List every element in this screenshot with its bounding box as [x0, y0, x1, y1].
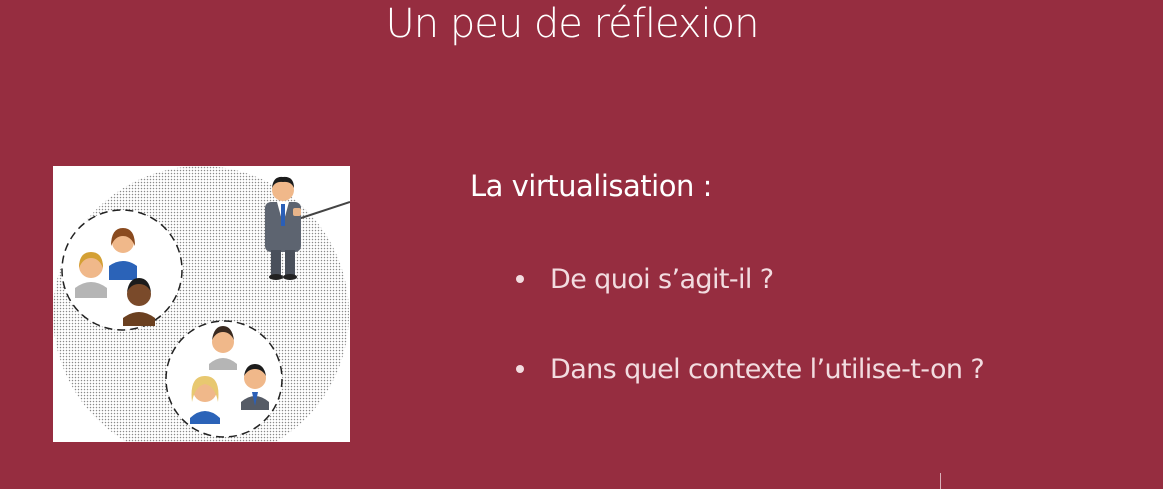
slide-title: Un peu de réflexion	[385, 1, 759, 47]
bullet-list: De quoi s’agit-il ? Dans quel contexte l…	[514, 255, 1154, 435]
slide: Un peu de réflexion La virtualisation: …	[0, 0, 1163, 489]
bullet-item: Dans quel contexte l’utilise-t-on ?	[514, 345, 1154, 395]
presenter-and-groups-icon	[53, 166, 350, 442]
text-cursor	[940, 473, 941, 489]
content-heading: La virtualisation :	[470, 169, 712, 203]
bullet-dot	[516, 275, 524, 283]
bullet-item: De quoi s’agit-il ?	[514, 255, 1154, 305]
bullet-text: De quoi s’agit-il ?	[550, 264, 774, 295]
slide-content: La virtualisation :	[470, 160, 1150, 212]
bullet-text: Dans quel contexte l’utilise-t-on ?	[550, 354, 985, 385]
bullet-dot	[516, 365, 524, 373]
illustration	[53, 166, 350, 442]
